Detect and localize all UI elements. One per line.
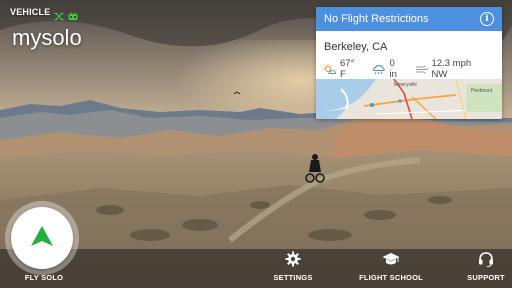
flight-info-card[interactable]: No Flight Restrictions i Berkeley, CA 67… (316, 7, 502, 119)
precipitation-item: 0 in (372, 58, 404, 80)
wind-value: 12.3 mph NW (431, 58, 472, 80)
graduation-cap-icon (382, 250, 400, 268)
map-label-emeryville: Emeryville (394, 82, 418, 88)
vehicle-status: VEHICLE (10, 7, 78, 20)
location-city: Berkeley, CA (324, 41, 388, 53)
temperature-value: 67° F (340, 58, 355, 80)
nav-settings-label: SETTINGS (273, 273, 313, 282)
map-label-piedmont: Piedmont (471, 88, 493, 94)
nav-flight-school[interactable]: FLIGHT SCHOOL (356, 250, 426, 282)
nav-support-label: SUPPORT (467, 273, 505, 282)
fly-solo-button[interactable] (11, 207, 73, 269)
sun-cloud-icon (323, 63, 336, 75)
fly-solo-label: FLY SOLO (24, 273, 64, 282)
fly-arrow-icon (30, 225, 54, 252)
wind-item: 12.3 mph NW (415, 58, 489, 80)
nav-flight-school-label: FLIGHT SCHOOL (359, 273, 423, 282)
info-icon[interactable]: i (480, 12, 494, 26)
bottom-nav-bar (0, 249, 512, 288)
vehicle-status-label: VEHICLE (10, 7, 51, 17)
wind-icon (415, 64, 428, 75)
controller-icon (68, 8, 78, 20)
gear-icon (284, 250, 302, 268)
nav-support[interactable]: SUPPORT (464, 250, 508, 282)
flight-restrictions-label: No Flight Restrictions (324, 13, 429, 25)
rain-cloud-icon (372, 64, 386, 75)
flight-restrictions-header[interactable]: No Flight Restrictions i (316, 7, 502, 31)
nav-settings[interactable]: SETTINGS (270, 250, 316, 282)
temperature-item: 67° F (323, 58, 362, 80)
vehicle-name: mysolo (12, 25, 82, 50)
headset-icon (477, 250, 495, 268)
drone-icon (54, 8, 64, 20)
location-map[interactable]: Emeryville Piedmont (316, 79, 502, 119)
precipitation-value: 0 in (389, 58, 397, 80)
weather-row: 67° F 0 in 12.3 mph NW (316, 53, 502, 80)
